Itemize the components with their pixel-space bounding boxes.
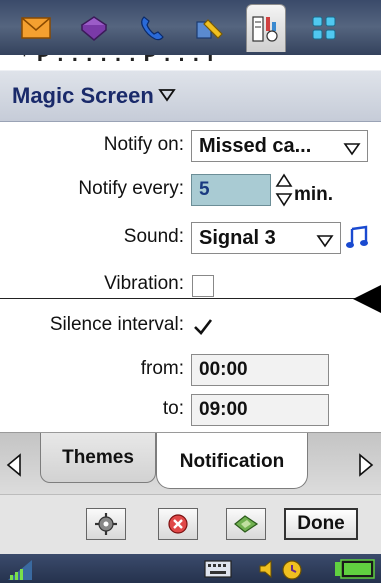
scroll-tabs-left-icon[interactable] [6, 453, 22, 481]
alarm-icon[interactable] [280, 557, 304, 583]
chevron-down-icon[interactable] [158, 87, 176, 106]
tab-themes[interactable]: Themes [40, 433, 156, 483]
app-grid-icon[interactable] [304, 8, 344, 48]
signal-strength-icon[interactable] [6, 558, 36, 583]
to-time-value: 09:00 [199, 399, 248, 420]
action-bar: Done [0, 494, 381, 554]
delete-button[interactable] [158, 508, 198, 540]
vibration-label: Vibration: [104, 273, 184, 294]
stepper-arrows-icon[interactable] [274, 170, 294, 214]
control-panel-icon[interactable] [246, 4, 286, 52]
done-button[interactable]: Done [284, 508, 358, 540]
silence-interval-label: Silence interval: [49, 314, 184, 335]
from-time-value: 00:00 [199, 359, 248, 380]
notify-on-select[interactable]: Missed ca... [191, 130, 368, 162]
pointer-arrow-icon [351, 284, 381, 318]
peek-text: * P . . . . . . P . . . f [20, 55, 216, 66]
notify-every-label: Notify every: [78, 178, 184, 199]
tools-icon[interactable] [190, 8, 230, 48]
contacts-book-icon[interactable] [74, 8, 114, 48]
tab-notification[interactable]: Notification [156, 433, 308, 489]
app-launcher-bar [0, 0, 381, 60]
battery-icon[interactable] [334, 559, 376, 583]
volume-icon[interactable] [256, 558, 278, 583]
notify-every-value: 5 [199, 179, 210, 200]
phone-icon[interactable] [132, 8, 172, 48]
music-note-icon[interactable] [345, 225, 369, 255]
sound-select[interactable]: Signal 3 [191, 222, 341, 254]
scroll-tabs-right-icon[interactable] [358, 453, 374, 481]
sound-value: Signal 3 [199, 226, 276, 249]
delete-icon [168, 514, 188, 534]
sound-label: Sound: [123, 226, 184, 247]
settings-gear-icon [95, 513, 117, 535]
status-bar [0, 554, 381, 583]
silence-interval-checkbox[interactable] [192, 316, 214, 338]
unit-label: min. [294, 184, 334, 205]
page-title[interactable]: Magic Screen [12, 83, 154, 109]
title-bar[interactable]: Magic Screen [0, 70, 381, 122]
underlying-screen-peek: * P . . . . . . P . . . f [0, 55, 381, 69]
chevron-down-icon [316, 231, 334, 254]
from-time-input[interactable]: 00:00 [191, 354, 329, 386]
section-divider [0, 298, 381, 299]
notification-settings-form: Notify on: Missed ca... Notify every: 5 … [0, 122, 381, 432]
edit-button[interactable] [226, 508, 266, 540]
to-time-input[interactable]: 09:00 [191, 394, 329, 426]
checkmark-icon [194, 319, 213, 335]
vibration-checkbox[interactable] [192, 275, 214, 297]
from-label: from: [140, 358, 184, 379]
mail-icon[interactable] [16, 8, 56, 48]
chevron-down-icon [343, 139, 361, 162]
notify-on-value: Missed ca... [199, 134, 312, 157]
tab-strip: Themes Notification [0, 432, 381, 494]
notify-every-input[interactable]: 5 [191, 174, 271, 206]
keyboard-icon[interactable] [204, 560, 232, 582]
tab-themes-label: Themes [62, 446, 134, 468]
notify-on-label: Notify on: [103, 134, 184, 155]
tab-notification-label: Notification [179, 451, 285, 472]
to-label: to: [162, 398, 184, 419]
edit-icon [234, 515, 259, 533]
settings-button[interactable] [86, 508, 126, 540]
